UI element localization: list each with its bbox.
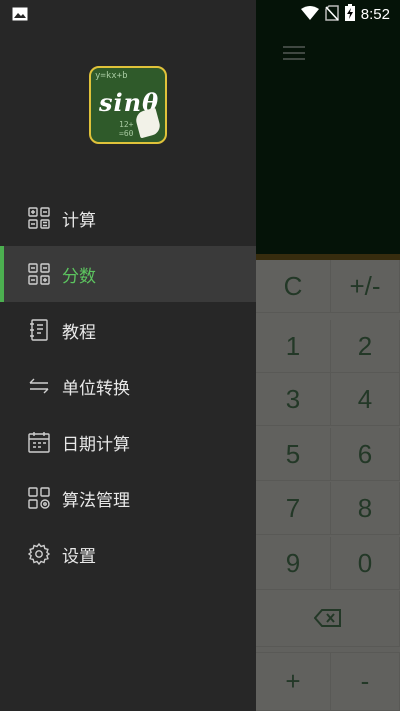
nav-label-algorithm-manage: 算法管理: [62, 490, 130, 511]
nav-label-tutorial: 教程: [62, 322, 96, 343]
app-logo: y=kx+b sinθ 12+ =60: [89, 66, 167, 144]
algorithm-manage-icon: [28, 487, 50, 509]
navigation-drawer: y=kx+b sinθ 12+ =60 计算 分数 教程 单位转换 日期计算 算…: [0, 0, 256, 711]
nav-label-unit-conversion: 单位转换: [62, 378, 130, 399]
nav-item-settings[interactable]: 设置: [0, 526, 256, 582]
battery-charging-icon: [344, 4, 355, 25]
notebook-icon: [28, 319, 50, 341]
nav-label-date-calc: 日期计算: [62, 434, 130, 455]
clock: 8:52: [360, 6, 390, 23]
calendar-icon: [28, 431, 50, 453]
nav-item-unit-conversion[interactable]: 单位转换: [0, 358, 256, 414]
nav-label-calculate: 计算: [62, 210, 96, 231]
logo-scribble-top: y=kx+b: [95, 71, 128, 81]
nav-item-tutorial[interactable]: 教程: [0, 302, 256, 358]
wifi-icon: [300, 5, 319, 24]
nav-item-date-calc[interactable]: 日期计算: [0, 414, 256, 470]
no-sim-icon: [325, 4, 339, 25]
status-bar: 8:52: [0, 0, 400, 26]
calculator-grid-icon: [28, 207, 50, 229]
nav-item-algorithm-manage[interactable]: 算法管理: [0, 470, 256, 526]
nav-label-fraction: 分数: [62, 266, 96, 287]
fraction-grid-icon: [28, 263, 50, 285]
nav-label-settings: 设置: [62, 546, 96, 567]
nav-item-calculate[interactable]: 计算: [0, 190, 256, 246]
image-icon: [12, 6, 28, 25]
drawer-menu: 计算 分数 教程 单位转换 日期计算 算法管理 设置: [0, 190, 256, 582]
nav-item-fraction[interactable]: 分数: [0, 246, 256, 302]
swap-arrows-icon: [28, 375, 50, 397]
settings-gear-icon: [28, 543, 50, 565]
